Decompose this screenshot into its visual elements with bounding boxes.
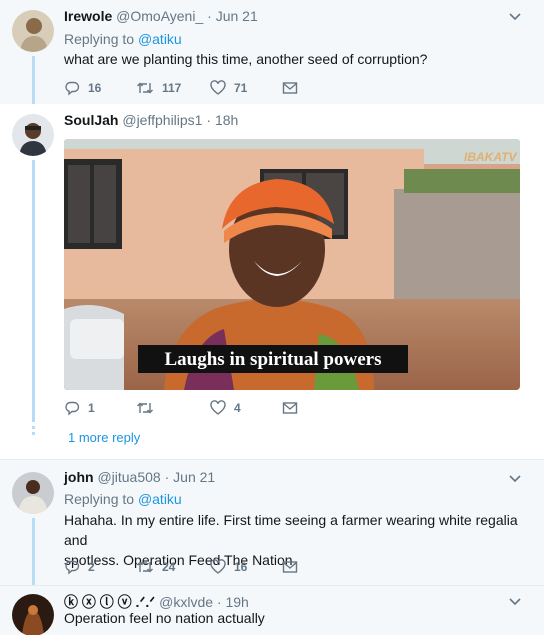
tweet-actions: 2 24 16 [64, 557, 324, 577]
tweet-text: what are we planting this time, another … [64, 51, 428, 67]
chevron-down-icon[interactable] [508, 10, 522, 24]
media-caption: Laughs in spiritual powers [165, 349, 382, 370]
tweet-header: john @jitua508 · Jun 21 [64, 469, 215, 485]
like-count: 16 [234, 560, 248, 574]
like-button[interactable]: 71 [210, 78, 247, 98]
tweet-media-image[interactable]: Laughs in spiritual powers IBAKATV [64, 139, 520, 390]
tweet-header: Irewole @OmoAyeni_ · Jun 21 [64, 8, 258, 24]
reply-button[interactable]: 2 [64, 557, 95, 577]
separator-dot: · [164, 469, 170, 485]
replying-prefix: Replying to [64, 491, 135, 507]
message-icon [282, 82, 298, 94]
separator-dot: · [206, 112, 212, 128]
thread-line [32, 160, 35, 422]
direct-message-button[interactable] [282, 78, 298, 98]
more-replies-link[interactable]: 1 more reply [68, 430, 140, 445]
thread-dots [32, 426, 35, 438]
separator-dot: · [207, 8, 212, 24]
display-name[interactable]: Irewole [64, 8, 112, 24]
retweet-count: 24 [162, 560, 176, 574]
like-button[interactable]: 4 [210, 398, 241, 418]
thread-line [32, 518, 35, 585]
replying-to: Replying to @atiku [64, 31, 182, 47]
tweet-actions: 1 4 [64, 398, 324, 418]
replying-prefix: Replying to [64, 31, 135, 47]
like-count: 4 [234, 401, 241, 415]
like-icon [210, 80, 226, 95]
user-handle[interactable]: @jitua508 [97, 469, 160, 485]
reply-icon [65, 560, 80, 575]
retweet-count: 117 [162, 81, 182, 95]
reply-count: 2 [88, 560, 95, 574]
reply-icon [65, 81, 80, 96]
reply-count: 1 [88, 401, 95, 415]
tweet-john[interactable]: john @jitua508 · Jun 21 Replying to @ati… [0, 460, 544, 585]
direct-message-button[interactable] [282, 398, 298, 418]
direct-message-button[interactable] [282, 557, 298, 577]
mention-link[interactable]: @atiku [138, 491, 182, 507]
display-name[interactable]: john [64, 469, 94, 485]
retweet-icon [137, 561, 153, 573]
user-handle[interactable]: @jeffphilips1 [122, 112, 202, 128]
media-watermark: IBAKATV [464, 150, 517, 164]
like-button[interactable]: 16 [210, 557, 247, 577]
avatar[interactable] [12, 114, 54, 156]
tweet-kxlvde[interactable]: ⓚ ⓧ ⓛ ⓥ .ᐟ.ᐟ @kxlvde · 19h Operation fee… [0, 585, 544, 635]
like-icon [210, 559, 226, 574]
chevron-down-icon[interactable] [508, 595, 522, 609]
retweet-button[interactable]: 117 [136, 78, 181, 98]
mention-link[interactable]: @atiku [138, 31, 182, 47]
avatar[interactable] [12, 472, 54, 514]
like-icon [210, 400, 226, 415]
tweet-header: SoulJah @jeffphilips1 · 18h [64, 112, 238, 128]
timestamp[interactable]: Jun 21 [173, 469, 215, 485]
reply-button[interactable]: 16 [64, 78, 101, 98]
reply-button[interactable]: 1 [64, 398, 95, 418]
display-name[interactable]: SoulJah [64, 112, 118, 128]
reply-count: 16 [88, 81, 102, 95]
user-handle[interactable]: @OmoAyeni_ [116, 8, 203, 24]
message-icon [282, 402, 298, 414]
message-icon [282, 561, 298, 573]
tweet-actions: 16 117 71 [64, 78, 324, 98]
retweet-icon [137, 82, 153, 94]
timestamp[interactable]: Jun 21 [216, 8, 258, 24]
tweet-souljah[interactable]: SoulJah @jeffphilips1 · 18h Laughs in sp… [0, 104, 544, 460]
retweet-icon [137, 402, 153, 414]
replying-to: Replying to @atiku [64, 491, 182, 507]
avatar[interactable] [12, 594, 54, 635]
retweet-button[interactable] [136, 398, 162, 418]
thread-line [32, 56, 35, 104]
tweet-irewole[interactable]: Irewole @OmoAyeni_ · Jun 21 Replying to … [0, 0, 544, 104]
tweet-text-line: Hahaha. In my entire life. First time se… [64, 512, 518, 548]
reply-icon [65, 401, 80, 416]
tweet-text: Operation feel no nation actually [64, 610, 265, 626]
timestamp[interactable]: 18h [215, 112, 238, 128]
avatar[interactable] [12, 10, 54, 52]
retweet-button[interactable]: 24 [136, 557, 175, 577]
like-count: 71 [234, 81, 248, 95]
chevron-down-icon[interactable] [508, 472, 522, 486]
